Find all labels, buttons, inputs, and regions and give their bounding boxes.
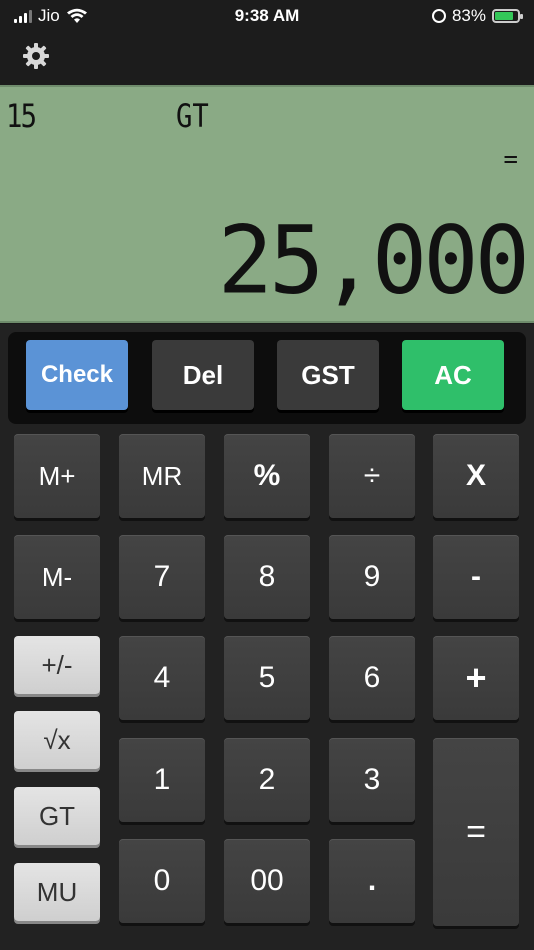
status-right: 83% — [431, 6, 523, 26]
digit-2-button[interactable]: 2 — [224, 738, 310, 822]
function-row: Check Del GST AC — [8, 332, 526, 424]
square-root-button[interactable]: √x — [14, 711, 100, 769]
memory-recall-button[interactable]: MR — [119, 434, 205, 518]
digit-5-button[interactable]: 5 — [224, 636, 310, 720]
digit-1-button[interactable]: 1 — [119, 738, 205, 822]
equals-button[interactable]: = — [433, 738, 519, 926]
plus-button[interactable]: + — [433, 636, 519, 720]
operator-indicator: = — [503, 145, 518, 173]
memory-plus-button[interactable]: M+ — [14, 434, 100, 518]
digit-3-button[interactable]: 3 — [329, 738, 415, 822]
battery-charging-icon — [492, 9, 523, 23]
gear-icon[interactable] — [22, 42, 50, 70]
battery-percent: 83% — [451, 6, 486, 25]
gst-button[interactable]: GST — [277, 340, 379, 410]
decimal-button[interactable]: . — [329, 839, 415, 923]
battery-level — [495, 12, 513, 20]
entry-count: 15 — [6, 97, 37, 135]
digit-0-button[interactable]: 0 — [119, 839, 205, 923]
status-bar: Jio 9:38 AM 83% — [0, 0, 534, 32]
digit-8-button[interactable]: 8 — [224, 535, 310, 619]
percent-button[interactable]: % — [224, 434, 310, 518]
memory-minus-button[interactable]: M- — [14, 535, 100, 619]
all-clear-button[interactable]: AC — [402, 340, 504, 410]
plus-minus-button[interactable]: +/- — [14, 636, 100, 694]
check-button[interactable]: Check — [26, 340, 128, 410]
double-zero-button[interactable]: 00 — [224, 839, 310, 923]
digit-6-button[interactable]: 6 — [329, 636, 415, 720]
multiply-button[interactable]: X — [433, 434, 519, 518]
calculator-display: 15 GT = 25,000 — [0, 85, 534, 323]
minus-button[interactable]: - — [433, 535, 519, 619]
gt-indicator: GT — [176, 97, 209, 135]
grand-total-button[interactable]: GT — [14, 787, 100, 845]
rotation-lock-icon — [431, 9, 446, 23]
markup-button[interactable]: MU — [14, 863, 100, 921]
delete-button[interactable]: Del — [152, 340, 254, 410]
digit-7-button[interactable]: 7 — [119, 535, 205, 619]
display-value: 25,000 — [217, 205, 530, 316]
divide-button[interactable]: ÷ — [329, 434, 415, 518]
digit-4-button[interactable]: 4 — [119, 636, 205, 720]
digit-9-button[interactable]: 9 — [329, 535, 415, 619]
